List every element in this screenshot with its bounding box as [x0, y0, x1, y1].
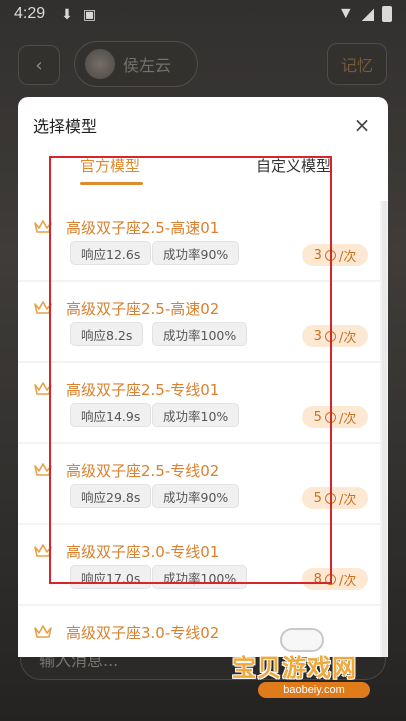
- crown-icon: [34, 382, 52, 395]
- cost-badge: 3 /次: [302, 244, 368, 266]
- success-rate-tag: 成功率100%: [152, 322, 248, 346]
- model-tabs: 官方模型 自定义模型: [18, 155, 388, 187]
- model-name: 高级双子座2.5-高速02: [66, 300, 220, 318]
- model-item[interactable]: 高级双子座2.5-专线01 响应14.9s 成功率10% 5 /次: [18, 363, 380, 442]
- cost-value: 3: [313, 247, 322, 263]
- response-time-tag: 响应14.9s: [70, 403, 152, 427]
- model-list[interactable]: 高级双子座2.5-高速01 响应12.6s 成功率90% 3 /次 高级双子座2…: [18, 201, 388, 657]
- coin-icon: [324, 573, 336, 585]
- crown-icon: [34, 544, 52, 557]
- watermark-url: baobeiy.com: [258, 682, 370, 698]
- model-name: 高级双子座3.0-专线02: [66, 624, 220, 642]
- active-tab-indicator: [80, 182, 143, 185]
- close-icon: ×: [353, 113, 371, 137]
- success-rate-tag: 成功率90%: [152, 484, 240, 508]
- cost-badge: 3 /次: [302, 325, 368, 347]
- response-time-tag: 响应12.6s: [70, 241, 152, 265]
- coin-icon: [324, 492, 336, 504]
- cost-unit: /次: [338, 573, 357, 589]
- cost-badge: 5 /次: [302, 487, 368, 509]
- model-name: 高级双子座2.5-高速01: [66, 219, 220, 237]
- modal-title: 选择模型: [33, 117, 98, 136]
- cost-value: 3: [313, 328, 322, 344]
- cost-value: 5: [313, 409, 322, 425]
- success-rate-tag: 成功率10%: [152, 403, 240, 427]
- watermark-text: 宝贝游戏网: [232, 654, 357, 682]
- cost-unit: /次: [338, 411, 357, 427]
- success-rate-tag: 成功率100%: [152, 565, 248, 589]
- model-item[interactable]: 高级双子座2.5-专线02 响应29.8s 成功率90% 5 /次: [18, 444, 380, 523]
- cost-unit: /次: [338, 249, 357, 265]
- cost-badge: 8 /次: [302, 568, 368, 590]
- response-time-tag: 响应17.0s: [70, 565, 152, 589]
- coin-icon: [324, 411, 336, 423]
- close-button[interactable]: ×: [352, 115, 372, 135]
- crown-icon: [34, 463, 52, 476]
- response-time-tag: 响应29.8s: [70, 484, 152, 508]
- cost-badge: 5 /次: [302, 406, 368, 428]
- crown-icon: [34, 220, 52, 233]
- crown-icon: [34, 625, 52, 638]
- tab-official-models[interactable]: 官方模型: [80, 155, 140, 176]
- success-rate-tag: 成功率90%: [152, 241, 240, 265]
- cost-value: 8: [313, 571, 322, 587]
- response-time-tag: 响应8.2s: [70, 322, 144, 346]
- cost-unit: /次: [338, 330, 357, 346]
- coin-icon: [324, 249, 336, 261]
- watermark-logo: 宝贝游戏网 baobeiy.com: [228, 628, 388, 700]
- model-item[interactable]: 高级双子座3.0-专线01 响应17.0s 成功率100% 8 /次: [18, 525, 380, 604]
- model-item[interactable]: 高级双子座2.5-高速01 响应12.6s 成功率90% 3 /次: [18, 201, 380, 280]
- model-name: 高级双子座3.0-专线01: [66, 543, 220, 561]
- select-model-modal: 选择模型 × 官方模型 自定义模型 高级双子座2.5-高速01 响应12.6s …: [18, 97, 388, 657]
- model-item[interactable]: 高级双子座2.5-高速02 响应8.2s 成功率100% 3 /次: [18, 282, 380, 361]
- crown-icon: [34, 301, 52, 314]
- scrollbar[interactable]: [382, 201, 387, 657]
- cost-value: 5: [313, 490, 322, 506]
- cost-unit: /次: [338, 492, 357, 508]
- tab-custom-models[interactable]: 自定义模型: [256, 155, 331, 176]
- coin-icon: [324, 330, 336, 342]
- model-name: 高级双子座2.5-专线01: [66, 381, 220, 399]
- model-name: 高级双子座2.5-专线02: [66, 462, 220, 480]
